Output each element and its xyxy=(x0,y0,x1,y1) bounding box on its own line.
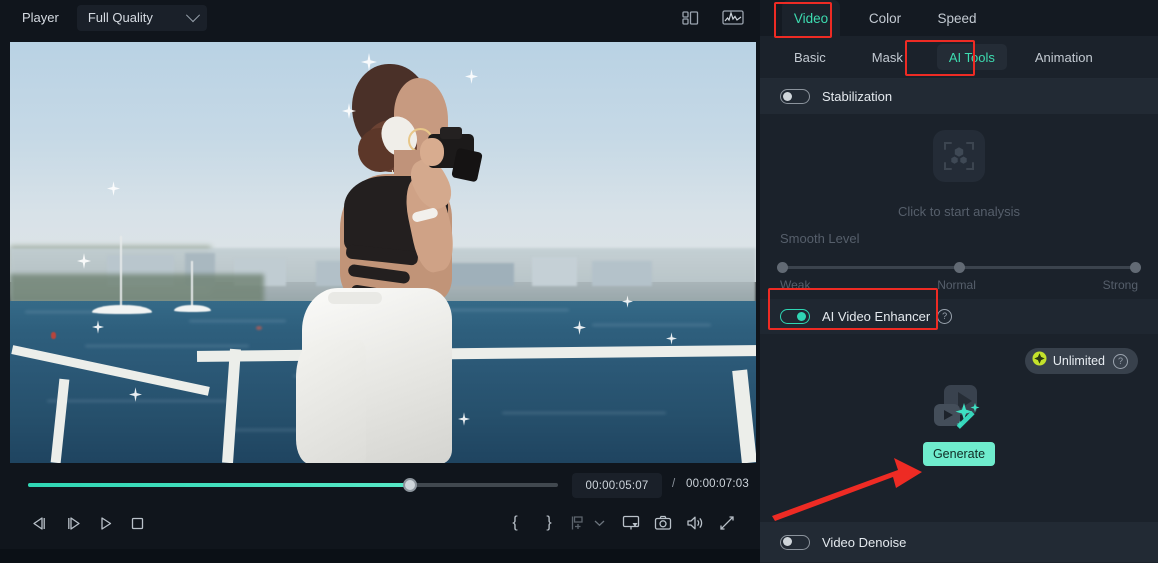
generate-button[interactable]: Generate xyxy=(923,442,995,466)
question-mark-icon[interactable]: ? xyxy=(1113,353,1128,369)
transport-controls: { } xyxy=(0,507,760,547)
smooth-slider-knob[interactable] xyxy=(953,262,965,273)
current-timecode-value: 00:00:05:07 xyxy=(585,479,649,492)
tab-mask[interactable]: Mask xyxy=(860,44,915,70)
stabilization-header: Stabilization xyxy=(760,79,1158,114)
slider-label-weak: Weak xyxy=(780,278,811,292)
mark-in-glyph: { xyxy=(512,514,518,531)
quality-select[interactable]: Full Quality xyxy=(76,4,207,31)
prev-frame-button[interactable] xyxy=(24,507,54,539)
tab-basic-label: Basic xyxy=(794,49,826,65)
smooth-level-label: Smooth Level xyxy=(780,231,860,246)
tab-animation[interactable]: Animation xyxy=(1023,44,1105,70)
sparkle-icon xyxy=(573,320,587,335)
tab-speed-label: Speed xyxy=(937,10,977,26)
mark-out-glyph: } xyxy=(546,514,552,531)
sparkle-icon xyxy=(77,252,92,269)
smooth-slider-labels: Weak Normal Strong xyxy=(780,278,1138,292)
play-button[interactable] xyxy=(90,507,120,539)
stabilization-body: Click to start analysis Smooth Level Wea… xyxy=(760,114,1158,299)
mark-in-button[interactable]: { xyxy=(504,507,526,539)
tab-ai-tools-label: AI Tools xyxy=(948,49,995,65)
secondary-tabs: Basic Mask AI Tools Animation xyxy=(760,36,1158,79)
tab-basic[interactable]: Basic xyxy=(782,44,838,70)
progress-knob[interactable] xyxy=(402,478,417,492)
diamond-icon xyxy=(1032,351,1047,371)
ai-video-enhancer-title: AI Video Enhancer xyxy=(822,309,931,324)
tab-speed[interactable]: Speed xyxy=(928,0,986,36)
quality-value: Full Quality xyxy=(87,10,153,25)
video-preview[interactable] xyxy=(10,42,756,463)
playback-progress-slider[interactable] xyxy=(28,478,558,492)
ai-enhance-illustration-icon xyxy=(931,382,987,438)
slider-label-normal: Normal xyxy=(937,278,976,292)
next-frame-button[interactable] xyxy=(58,507,88,539)
tab-video[interactable]: Video xyxy=(782,0,840,36)
player-pane: Player Full Quality 00:00:05:07 / 00:00:… xyxy=(0,0,760,563)
video-denoise-toggle[interactable] xyxy=(780,534,810,550)
sparkle-icon xyxy=(666,332,678,346)
tab-ai-tools[interactable]: AI Tools xyxy=(936,44,1007,70)
add-marker-button[interactable] xyxy=(566,507,588,539)
ai-video-enhancer-body: Unlimited ? Generate xyxy=(760,334,1158,522)
sparkle-icon xyxy=(457,412,470,427)
timeline-strip xyxy=(0,549,760,563)
sparkle-icon xyxy=(621,294,633,308)
player-header-icons xyxy=(682,0,744,35)
smooth-slider-knob-max[interactable] xyxy=(1130,262,1141,273)
sparkle-icon xyxy=(129,387,143,403)
marker-dropdown-button[interactable] xyxy=(590,507,608,539)
tab-video-label: Video xyxy=(793,10,829,26)
chevron-down-icon xyxy=(185,7,200,22)
ai-video-enhancer-toggle[interactable] xyxy=(780,309,810,324)
sparkle-icon xyxy=(341,103,356,119)
sparkle-icon xyxy=(465,69,479,85)
sparkle-icon xyxy=(360,52,377,71)
ai-video-enhancer-header: AI Video Enhancer ? xyxy=(760,299,1158,334)
analysis-placeholder-icon[interactable] xyxy=(933,130,985,182)
analysis-hint-text[interactable]: Click to start analysis xyxy=(760,204,1158,219)
stabilization-toggle[interactable] xyxy=(780,89,810,104)
primary-tabs: Video Color Speed xyxy=(760,0,1158,36)
smooth-slider-knob-min[interactable] xyxy=(777,262,788,273)
video-denoise-title: Video Denoise xyxy=(822,534,907,550)
fullscreen-button[interactable] xyxy=(716,507,738,539)
video-denoise-header: Video Denoise xyxy=(760,522,1158,562)
video-frame-image xyxy=(10,42,756,463)
smooth-level-slider[interactable] xyxy=(777,262,1141,273)
stop-button[interactable] xyxy=(122,507,152,539)
tab-color-label: Color xyxy=(868,10,902,26)
tab-color[interactable]: Color xyxy=(856,0,914,36)
total-timecode-value: 00:00:07:03 xyxy=(686,478,749,490)
tab-mask-label: Mask xyxy=(871,49,903,65)
slider-label-strong: Strong xyxy=(1102,278,1138,292)
volume-button[interactable] xyxy=(684,507,706,539)
generate-button-label: Generate xyxy=(932,447,986,461)
current-timecode[interactable]: 00:00:05:07 xyxy=(572,473,662,498)
stabilization-title: Stabilization xyxy=(822,89,893,104)
sparkle-icon xyxy=(92,320,105,334)
properties-panel: Video Color Speed Basic Mask AI Tools An… xyxy=(760,0,1158,563)
question-mark-icon[interactable]: ? xyxy=(937,309,953,324)
player-controls: 00:00:05:07 / 00:00:07:03 {} xyxy=(0,463,760,549)
grid-layout-icon[interactable] xyxy=(682,10,700,26)
sparkle-icon xyxy=(106,181,120,196)
unlimited-badge[interactable]: Unlimited ? xyxy=(1024,348,1138,374)
unlimited-badge-label: Unlimited xyxy=(1052,354,1105,368)
progress-fill xyxy=(28,483,410,487)
waveform-scope-icon[interactable] xyxy=(722,9,744,26)
mark-out-button[interactable]: } xyxy=(538,507,560,539)
player-label: Player xyxy=(22,10,59,25)
player-header: Player Full Quality xyxy=(0,0,760,35)
timecode-separator: / xyxy=(672,478,676,490)
snapshot-to-button[interactable] xyxy=(620,507,642,539)
video-editor-window: Player Full Quality 00:00:05:07 / 00:00:… xyxy=(0,0,1158,563)
screenshot-button[interactable] xyxy=(652,507,674,539)
tab-animation-label: Animation xyxy=(1034,49,1093,65)
